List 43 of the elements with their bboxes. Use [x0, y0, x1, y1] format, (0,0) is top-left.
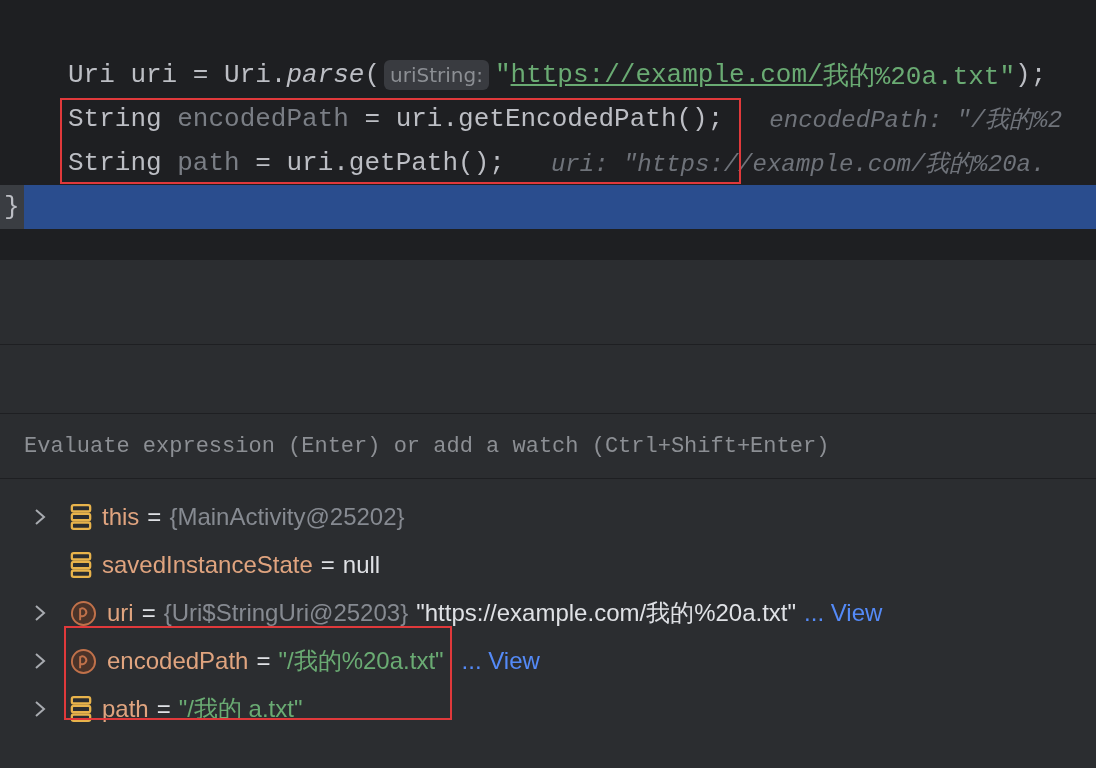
code-text: (: [364, 60, 381, 90]
equals-sign: =: [141, 599, 156, 627]
variable-name: uri: [107, 599, 134, 627]
variable-name: path: [177, 148, 240, 178]
object-reference: {Uri$StringUri@25203}: [163, 599, 409, 627]
code-text: = uri.getPath();: [254, 148, 505, 178]
view-link[interactable]: ... View: [804, 599, 883, 627]
inline-value-hint: encodedPath: "/我的%2: [769, 106, 1063, 135]
equals-sign: =: [256, 647, 271, 675]
string-value: "/我的%20a.txt": [278, 646, 444, 676]
code-text: String: [68, 104, 163, 134]
closing-brace: }: [0, 185, 24, 229]
expand-chevron-icon[interactable]: [34, 700, 46, 718]
variable-name: savedInstanceState: [102, 551, 313, 579]
expand-chevron-icon[interactable]: [34, 508, 46, 526]
variable-name: this: [102, 503, 140, 531]
stacked-bars-icon: [70, 551, 92, 579]
url-link[interactable]: https://example.com/: [510, 60, 823, 90]
code-text: = uri.getEncodedPath();: [363, 104, 724, 134]
variable-name: encodedPath: [177, 104, 349, 134]
code-text: );: [1015, 60, 1047, 90]
view-link[interactable]: ... View: [461, 647, 540, 675]
p-circle-icon: [70, 599, 97, 627]
string-literal: 我的%20a.txt": [822, 60, 1016, 93]
variable-value: null: [342, 551, 381, 579]
code-text: Uri uri = Uri.: [68, 60, 287, 90]
equals-sign: =: [320, 551, 335, 579]
string-literal: ": [494, 60, 511, 90]
expand-chevron-icon[interactable]: [34, 652, 46, 670]
variable-value: "https://example.com/我的%20a.txt": [416, 598, 797, 628]
stacked-bars-icon: [70, 503, 92, 531]
code-text: parse: [286, 60, 365, 90]
parameter-hint: uriString:: [384, 60, 489, 90]
object-reference: {MainActivity@25202}: [169, 503, 405, 531]
equals-sign: =: [147, 503, 162, 531]
code-text: String: [68, 148, 163, 178]
p-circle-icon: [70, 647, 97, 675]
expand-chevron-icon[interactable]: [34, 604, 46, 622]
equals-sign: =: [156, 695, 171, 723]
evaluate-field[interactable]: Evaluate expression (Enter) or add a watch (Ctrl+Shift+Enter): [24, 433, 884, 459]
variable-name: encodedPath: [107, 647, 249, 675]
stacked-bars-icon: [70, 695, 92, 723]
variable-name: path: [102, 695, 149, 723]
